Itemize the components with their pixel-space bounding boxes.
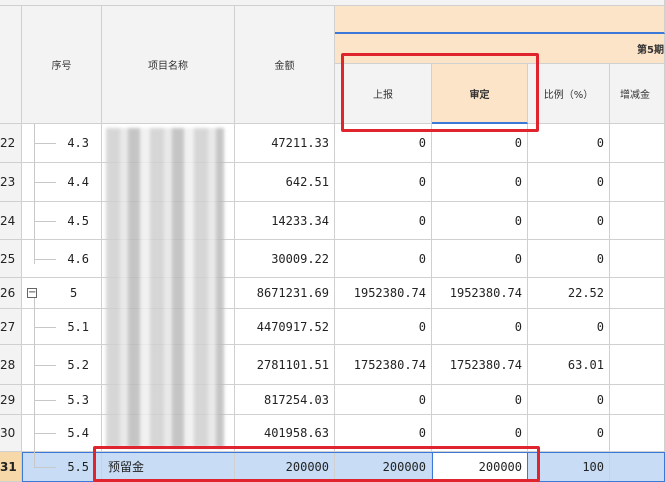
tree-branch [34,327,56,328]
ratio-header[interactable]: 比例（%） [528,64,610,124]
ratio-cell[interactable]: 22.52 [528,278,610,309]
tree-connector [34,124,35,264]
reported-cell[interactable]: 0 [335,385,432,415]
group-header-top [335,6,665,34]
reported-cell[interactable]: 0 [335,163,432,202]
amount-cell[interactable]: 8671231.69 [235,278,335,309]
ratio-cell[interactable]: 0 [528,240,610,278]
amount-cell[interactable]: 30009.22 [235,240,335,278]
approved-cell[interactable]: 0 [432,309,528,345]
delta-cell[interactable] [610,124,665,163]
seq-header[interactable]: 序号 [22,6,102,124]
approved-cell-active[interactable]: 200000 [432,452,528,482]
tree-branch [34,182,56,183]
row-number[interactable]: 31 [0,452,22,482]
tree-branch [34,221,56,222]
amount-cell[interactable]: 4470917.52 [235,309,335,345]
ratio-cell[interactable]: 0 [528,124,610,163]
delta-cell[interactable] [610,345,665,385]
ratio-cell[interactable]: 63.01 [528,345,610,385]
reported-header[interactable]: 上报 [335,64,432,124]
reported-cell[interactable]: 0 [335,202,432,240]
amount-cell[interactable]: 817254.03 [235,385,335,415]
name-header[interactable]: 项目名称 [102,6,235,124]
row-number[interactable]: 24 [0,202,22,240]
ratio-cell[interactable]: 0 [528,202,610,240]
delta-header[interactable]: 增减金 [610,64,665,124]
row-number[interactable]: 29 [0,385,22,415]
tree-connector [34,298,35,467]
amount-cell[interactable]: 47211.33 [235,124,335,163]
approved-cell[interactable]: 0 [432,163,528,202]
ratio-cell[interactable]: 0 [528,309,610,345]
tree-branch [34,259,56,260]
period-group-header[interactable]: 第5期 [335,34,665,64]
reported-cell[interactable]: 0 [335,415,432,452]
delta-cell[interactable] [610,309,665,345]
approved-cell[interactable]: 0 [432,385,528,415]
row-number[interactable]: 30 [0,415,22,452]
approved-cell[interactable]: 1952380.74 [432,278,528,309]
tree-branch [34,400,56,401]
approved-header[interactable]: 审定 [432,64,528,124]
amount-cell[interactable]: 2781101.51 [235,345,335,385]
approved-cell[interactable]: 0 [432,415,528,452]
delta-cell[interactable] [610,202,665,240]
row-number[interactable]: 26 [0,278,22,309]
row-number[interactable]: 25 [0,240,22,278]
tree-branch [34,365,56,366]
delta-cell[interactable] [610,278,665,309]
reported-cell[interactable]: 0 [335,240,432,278]
row-number[interactable]: 22 [0,124,22,163]
spreadsheet-grid: 序号 项目名称 金额 第5期 上报 审定 比例（%） 增减金 22 4.3 47… [0,0,665,482]
amount-cell[interactable]: 14233.34 [235,202,335,240]
amount-cell[interactable]: 401958.63 [235,415,335,452]
ratio-cell[interactable]: 0 [528,415,610,452]
approved-cell[interactable]: 0 [432,124,528,163]
reported-cell[interactable]: 1752380.74 [335,345,432,385]
row-number-header [0,6,22,124]
collapse-icon[interactable]: − [27,288,37,298]
reported-cell[interactable]: 200000 [335,452,432,482]
tree-branch [34,467,56,468]
delta-cell[interactable] [610,415,665,452]
amount-cell[interactable]: 642.51 [235,163,335,202]
reported-cell[interactable]: 1952380.74 [335,278,432,309]
ratio-cell[interactable]: 100 [528,452,610,482]
approved-cell[interactable]: 0 [432,240,528,278]
delta-cell[interactable] [610,452,665,482]
amount-cell[interactable]: 200000 [235,452,335,482]
ratio-cell[interactable]: 0 [528,385,610,415]
approved-cell[interactable]: 0 [432,202,528,240]
row-number[interactable]: 28 [0,345,22,385]
tree-branch [34,433,56,434]
name-cell[interactable]: 预留金 [102,452,235,482]
delta-cell[interactable] [610,385,665,415]
tree-branch [34,143,56,144]
amount-header[interactable]: 金额 [235,6,335,124]
delta-cell[interactable] [610,240,665,278]
reported-cell[interactable]: 0 [335,124,432,163]
ratio-cell[interactable]: 0 [528,163,610,202]
row-number[interactable]: 23 [0,163,22,202]
reported-cell[interactable]: 0 [335,309,432,345]
redacted-names [106,128,224,448]
delta-cell[interactable] [610,163,665,202]
row-number[interactable]: 27 [0,309,22,345]
approved-cell[interactable]: 1752380.74 [432,345,528,385]
